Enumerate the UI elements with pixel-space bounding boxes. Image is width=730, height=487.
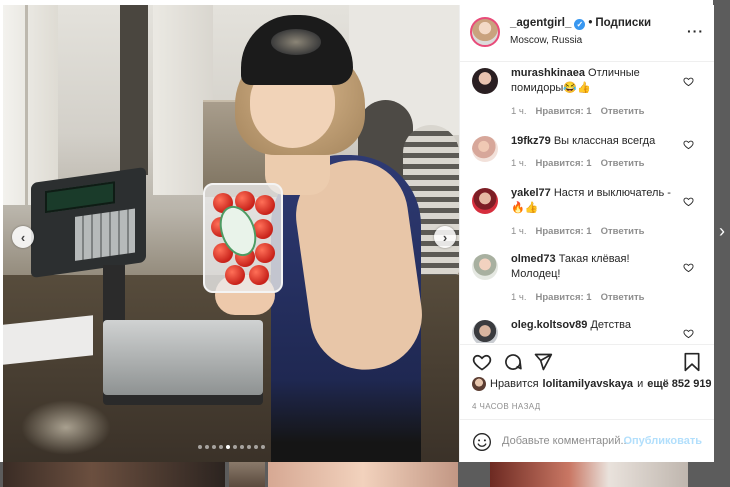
carousel-dot: [197, 445, 202, 449]
commenter-avatar[interactable]: [472, 68, 498, 94]
add-comment-bar: Опубликовать: [460, 419, 714, 463]
comment-likes[interactable]: Нравится: 1: [536, 158, 592, 169]
emoji-icon[interactable]: [472, 432, 492, 452]
photo-window: [3, 5, 58, 205]
likes-summary: Нравится lolitamilyavskaya и ещё 852 919: [472, 377, 712, 391]
comment-text: 19fkz79 Вы классная всегда: [511, 134, 681, 149]
carousel-dot: [218, 445, 223, 449]
grid-thumbnail[interactable]: [268, 462, 458, 487]
carousel-next-button[interactable]: ›: [434, 226, 456, 248]
separator-dot: •: [588, 17, 593, 29]
comment-text: oleg.koltsov89 Детства: [511, 318, 681, 333]
comment-time[interactable]: 1 ч.: [511, 292, 527, 303]
carousel-indicator: [3, 445, 459, 449]
comment-reply-button[interactable]: Ответить: [601, 292, 645, 303]
carousel-dot: [211, 445, 216, 449]
post-location[interactable]: Moscow, Russia: [510, 35, 582, 46]
heart-icon[interactable]: [683, 196, 694, 207]
likes-conjunction: и: [637, 378, 644, 390]
verified-badge-icon: ✓: [574, 19, 586, 30]
commenter-avatar[interactable]: [472, 188, 498, 214]
comment-likes[interactable]: Нравится: 1: [536, 106, 592, 117]
commenter-avatar[interactable]: [472, 136, 498, 162]
comment-username[interactable]: olmed73: [511, 253, 556, 265]
heart-icon[interactable]: [683, 328, 694, 339]
likes-count[interactable]: ещё 852 919: [647, 378, 711, 390]
post-modal: ‹ › _agentgirl_ ✓ • Подписки Moscow, Russia…: [0, 0, 714, 462]
post-timestamp[interactable]: 4 ЧАСОВ НАЗАД: [472, 402, 541, 411]
author-line: _agentgirl_ ✓ • Подписки: [510, 17, 651, 30]
comment-reply-button[interactable]: Ответить: [601, 158, 645, 169]
post-header: _agentgirl_ ✓ • Подписки Moscow, Russia ···: [460, 5, 714, 62]
heart-icon[interactable]: [683, 76, 694, 87]
comment-likes[interactable]: Нравится: 1: [536, 292, 592, 303]
grid-thumbnail[interactable]: [3, 462, 225, 487]
comments-list[interactable]: murashkinaea Отличные помидоры😂👍 1 ч. Нр…: [460, 62, 714, 343]
comment-meta: 1 ч. Нравится: 1 Ответить: [511, 292, 645, 303]
photo-pillar: [120, 5, 148, 175]
comment-icon[interactable]: [503, 352, 523, 372]
comment-content: Вы классная всегда: [553, 135, 656, 147]
commenter-avatar[interactable]: [472, 320, 498, 343]
more-options-icon[interactable]: ···: [687, 23, 704, 39]
post-comment-button[interactable]: Опубликовать: [623, 435, 702, 447]
carousel-dot: [225, 445, 230, 449]
comment-reply-button[interactable]: Ответить: [601, 106, 645, 117]
author-username[interactable]: _agentgirl_: [510, 17, 571, 29]
photo-tomato: [255, 195, 275, 215]
photo-scale-display: [31, 166, 146, 279]
comment-time[interactable]: 1 ч.: [511, 226, 527, 237]
grid-thumbnail[interactable]: [229, 462, 265, 487]
comment-text: murashkinaea Отличные помидоры😂👍: [511, 66, 681, 96]
comment-time[interactable]: 1 ч.: [511, 106, 527, 117]
photo-tomato: [249, 265, 269, 285]
bookmark-icon[interactable]: [682, 352, 702, 372]
following-button[interactable]: Подписки: [595, 17, 651, 29]
photo-girl-cap: [241, 15, 353, 85]
carousel-dot: [204, 445, 209, 449]
comment-reply-button[interactable]: Ответить: [601, 226, 645, 237]
comment-username[interactable]: 19fkz79: [511, 135, 551, 147]
carousel-prev-button[interactable]: ‹: [12, 226, 34, 248]
photo-tomato: [255, 243, 275, 263]
post-side-panel: _agentgirl_ ✓ • Подписки Moscow, Russia ···…: [459, 5, 714, 462]
comment-content: Детства: [590, 319, 631, 331]
comment-likes[interactable]: Нравится: 1: [536, 226, 592, 237]
photo-tomato: [225, 265, 245, 285]
likes-prefix: Нравится: [490, 378, 539, 390]
heart-icon[interactable]: [683, 262, 694, 273]
comment-meta: 1 ч. Нравится: 1 Ответить: [511, 106, 645, 117]
commenter-avatar[interactable]: [472, 254, 498, 280]
photo-tomato-pack: [203, 183, 283, 293]
comment-input[interactable]: [502, 430, 628, 452]
carousel-dot: [239, 445, 244, 449]
chevron-right-icon: ›: [442, 229, 448, 245]
grid-thumbnail[interactable]: [490, 462, 688, 487]
chevron-left-icon: ‹: [20, 229, 26, 245]
comment-username[interactable]: oleg.koltsov89: [511, 319, 587, 331]
share-icon[interactable]: [533, 352, 553, 372]
comment-username[interactable]: yakel77: [511, 187, 551, 199]
carousel-dot: [246, 445, 251, 449]
author-avatar[interactable]: [470, 17, 500, 47]
comment-meta: 1 ч. Нравится: 1 Ответить: [511, 226, 645, 237]
post-photo[interactable]: ‹ ›: [3, 5, 459, 462]
heart-icon[interactable]: [472, 352, 492, 372]
carousel-dot: [260, 445, 265, 449]
liker-avatar[interactable]: [472, 377, 486, 391]
comment-text: yakel77 Настя и выключатель - 🔥👍: [511, 186, 681, 216]
heart-icon[interactable]: [683, 139, 694, 150]
post-actions-bar: [460, 344, 714, 377]
comment-meta: 1 ч. Нравится: 1 Ответить: [511, 158, 645, 169]
comment-time[interactable]: 1 ч.: [511, 158, 527, 169]
carousel-dot: [253, 445, 258, 449]
comment-text: olmed73 Такая клёвая! Молодец!: [511, 252, 681, 282]
photo-scale-plate: [103, 320, 263, 395]
chevron-right-icon[interactable]: ›: [719, 221, 725, 242]
comment-username[interactable]: murashkinaea: [511, 67, 585, 79]
liker-username[interactable]: lolitamilyavskaya: [543, 378, 634, 390]
carousel-dot: [232, 445, 237, 449]
